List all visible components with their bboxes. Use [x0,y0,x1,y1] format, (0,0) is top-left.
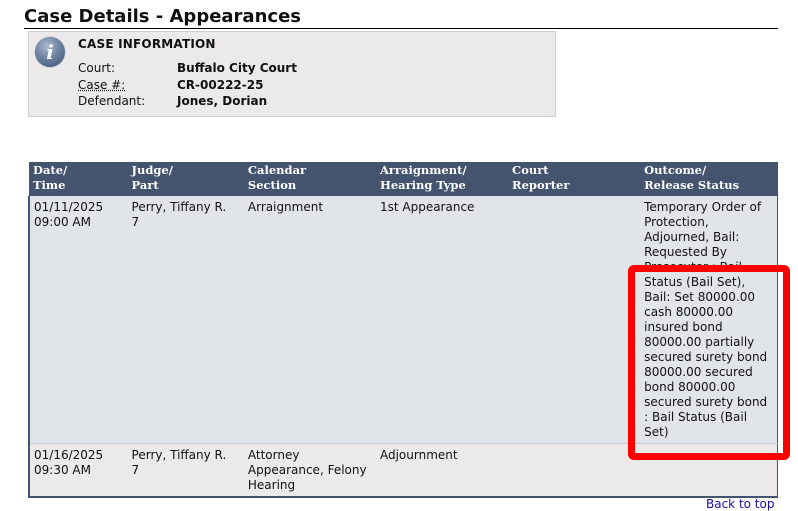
calendar-section-cell: Arraignment [243,196,376,444]
defendant-value: Jones, Dorian [177,94,268,108]
column-header-calendar-section: Calendar Section [243,162,376,196]
info-icon: i [35,37,65,67]
column-header-date-time: Date/ Time [29,162,128,196]
appearance-date: 01/11/2025 [34,200,104,214]
date-time-cell: 01/16/2025 09:30 AM [29,443,128,497]
hearing-type-cell: 1st Appearance [375,196,509,444]
part-number: 7 [131,463,140,477]
column-header-hearing-type: Arraignment/ Hearing Type [375,162,509,196]
appearance-date: 01/16/2025 [34,448,104,462]
part-number: 7 [131,215,140,229]
defendant-field: Defendant: Jones, Dorian [78,93,267,109]
court-field: Court: Buffalo City Court [78,60,297,76]
case-number-field: Case #: CR-00222-25 [78,77,263,93]
case-information-panel: i CASE INFORMATION Court: Buffalo City C… [28,31,556,117]
court-reporter-cell [508,196,641,444]
court-label: Court: [78,61,116,75]
appearance-time: 09:00 AM [34,215,91,229]
judge-part-cell: Perry, Tiffany R. 7 [127,443,244,497]
calendar-section-cell: Attorney Appearance, Felony Hearing [243,443,376,497]
table-header-row: Date/ Time Judge/ Part Calendar Section … [29,162,778,196]
judge-name: Perry, Tiffany R. [131,448,227,462]
appearance-time: 09:30 AM [34,463,91,477]
defendant-label: Defendant: [78,94,146,108]
case-number-label: Case #: [78,78,126,92]
column-header-outcome: Outcome/ Release Status [640,162,778,196]
table-row: 01/16/2025 09:30 AM Perry, Tiffany R. 7 … [29,443,778,497]
outcome-cell: Temporary Order of Protection, Adjourned… [640,196,778,444]
case-number-value: CR-00222-25 [177,78,264,92]
column-header-judge-part: Judge/ Part [127,162,244,196]
page-title: Case Details - Appearances [24,6,301,27]
outcome-cell [640,443,778,497]
column-header-court-reporter: Court Reporter [508,162,641,196]
judge-part-cell: Perry, Tiffany R. 7 [127,196,244,444]
date-time-cell: 01/11/2025 09:00 AM [29,196,128,444]
hearing-type-cell: Adjournment [375,443,509,497]
judge-name: Perry, Tiffany R. [131,200,227,214]
table-row: 01/11/2025 09:00 AM Perry, Tiffany R. 7 … [29,196,778,444]
court-reporter-cell [508,443,641,497]
appearances-table: Date/ Time Judge/ Part Calendar Section … [28,162,778,498]
court-value: Buffalo City Court [177,61,297,75]
case-information-heading: CASE INFORMATION [78,37,216,51]
title-divider [24,28,778,29]
back-to-top-link[interactable]: Back to top [706,497,774,511]
